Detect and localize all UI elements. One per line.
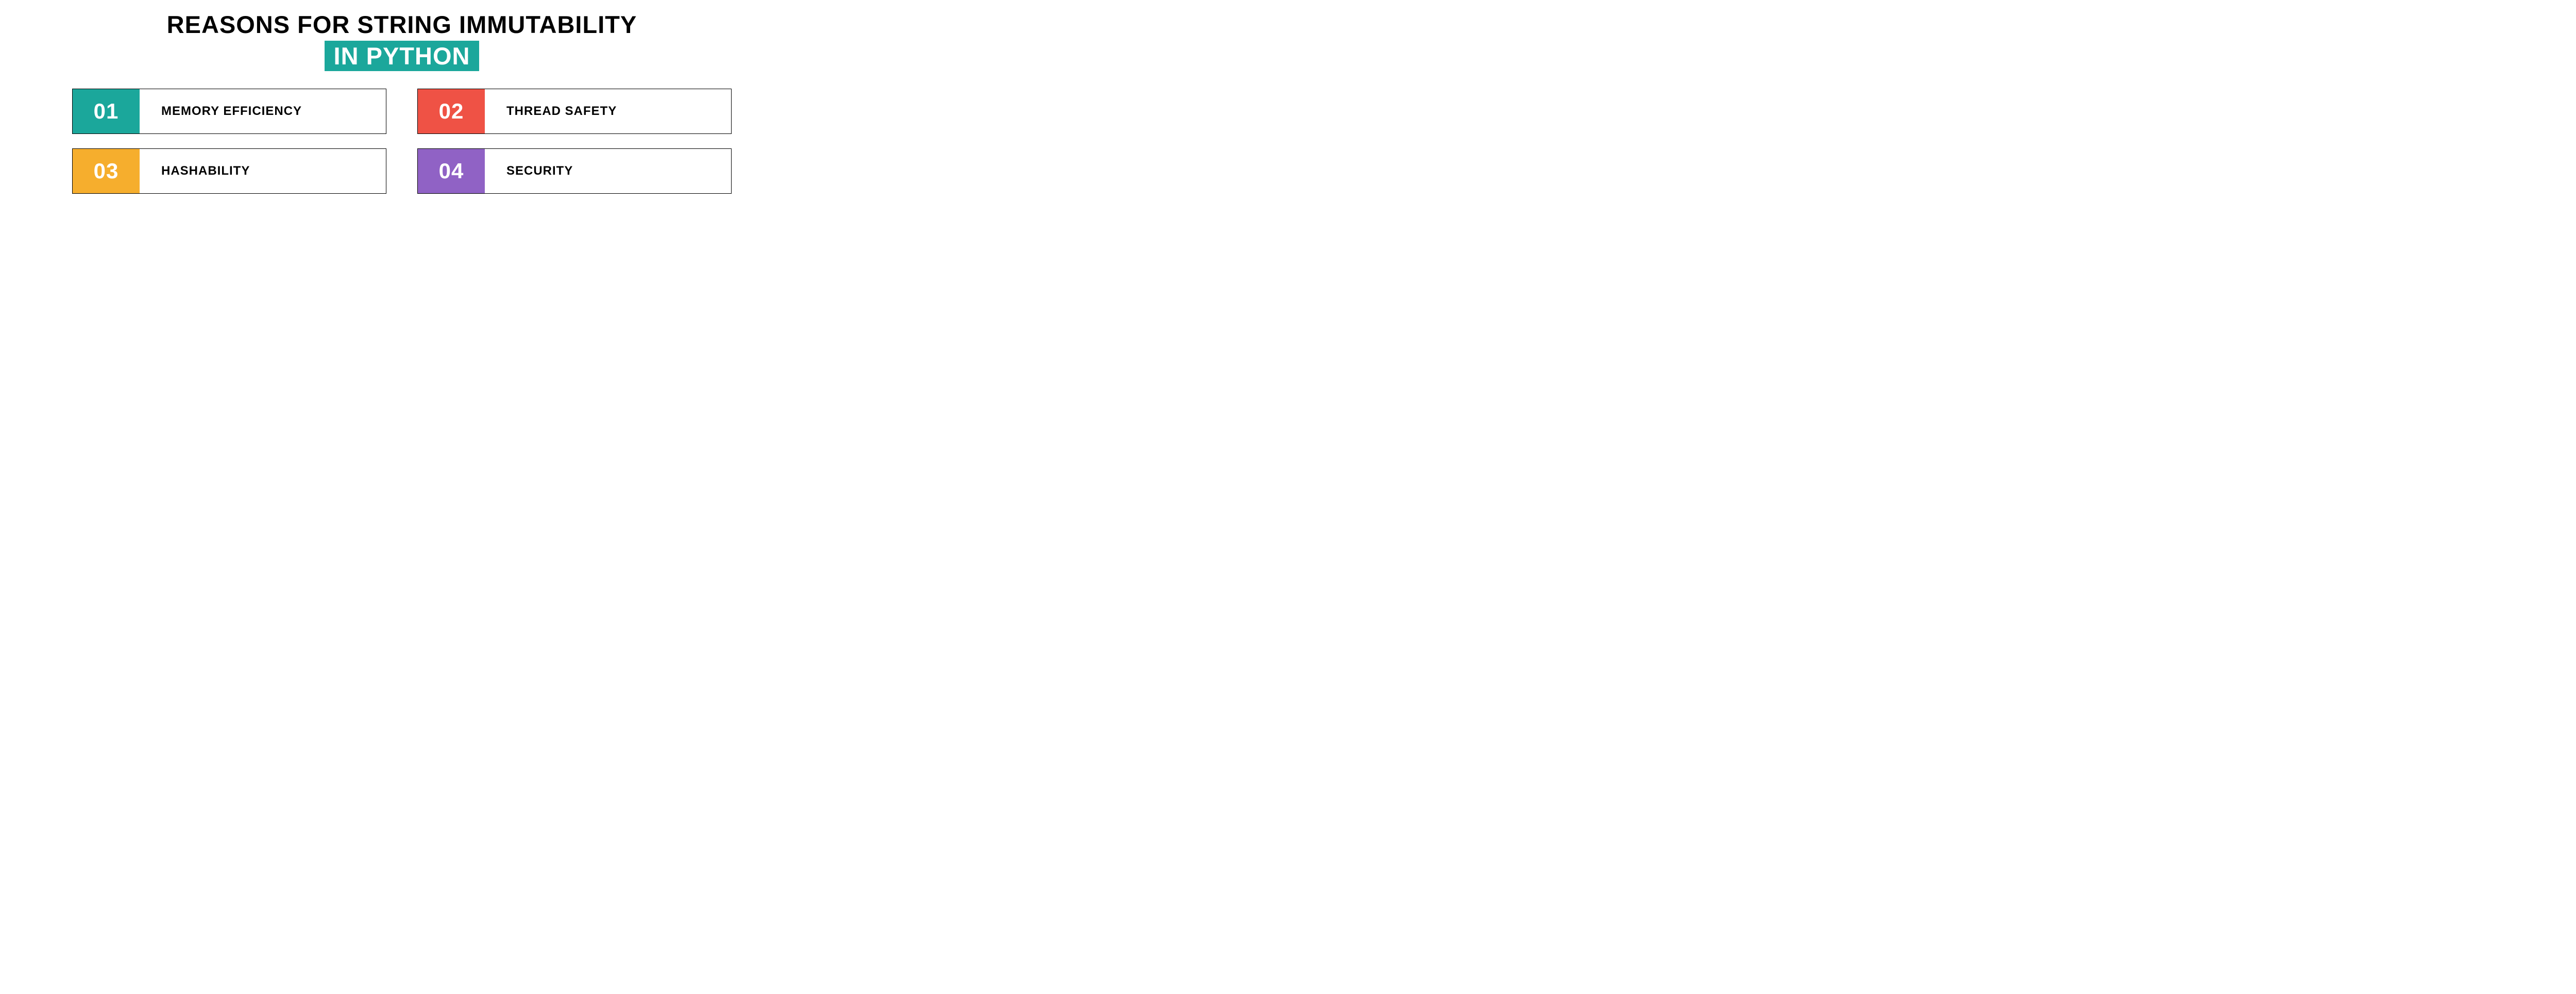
reason-number: 01 bbox=[73, 89, 140, 133]
title-block: REASONS FOR STRING IMMUTABILITY IN PYTHO… bbox=[167, 10, 637, 71]
reason-label: SECURITY bbox=[485, 149, 731, 193]
reason-card: 04 SECURITY bbox=[417, 148, 732, 194]
reason-card: 02 THREAD SAFETY bbox=[417, 89, 732, 134]
title-line2: IN PYTHON bbox=[325, 41, 480, 71]
reasons-grid: 01 MEMORY EFFICIENCY 02 THREAD SAFETY 03… bbox=[72, 89, 732, 194]
reason-label: HASHABILITY bbox=[140, 149, 386, 193]
title-line1: REASONS FOR STRING IMMUTABILITY bbox=[167, 10, 637, 39]
reason-label: MEMORY EFFICIENCY bbox=[140, 89, 386, 133]
reason-label: THREAD SAFETY bbox=[485, 89, 731, 133]
reason-card: 01 MEMORY EFFICIENCY bbox=[72, 89, 386, 134]
diagram-container: REASONS FOR STRING IMMUTABILITY IN PYTHO… bbox=[0, 10, 804, 194]
reason-number: 02 bbox=[418, 89, 485, 133]
reason-number: 04 bbox=[418, 149, 485, 193]
reason-number: 03 bbox=[73, 149, 140, 193]
reason-card: 03 HASHABILITY bbox=[72, 148, 386, 194]
